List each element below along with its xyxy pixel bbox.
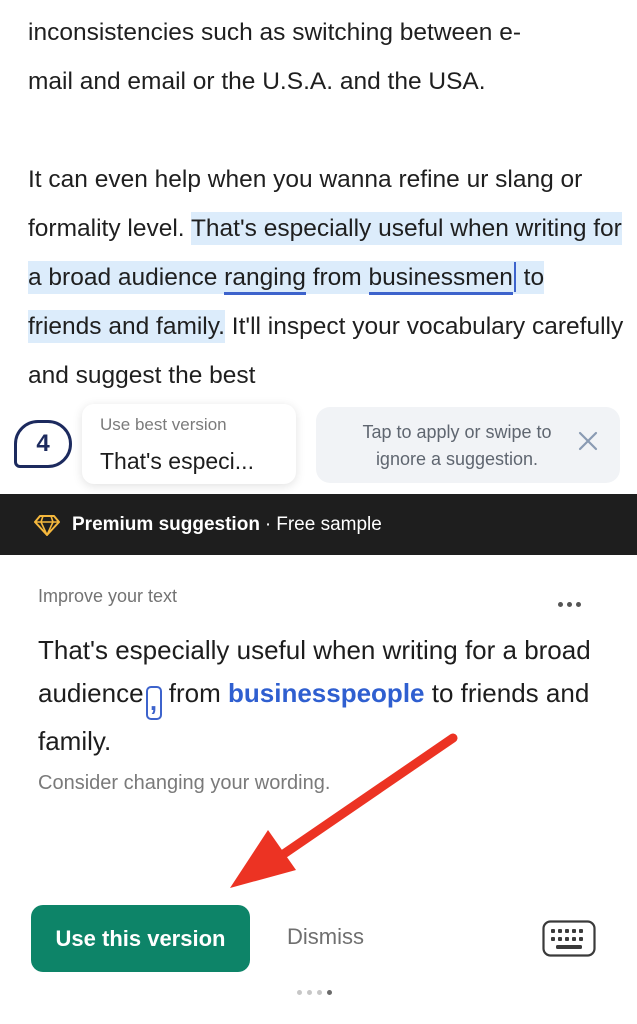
best-version-card[interactable]: Use best version That's especi... (82, 404, 296, 484)
best-version-preview: That's especi... (100, 448, 254, 474)
page-indicator (297, 982, 341, 995)
suggestion-count-badge[interactable]: 4 (14, 420, 72, 468)
doc-line: inconsistencies such as switching betwee… (28, 19, 521, 46)
usage-tip-text: Tap to apply or swipe to ignore a sugges… (362, 422, 552, 469)
suggestion-hint: Consider changing your wording. (38, 772, 331, 794)
premium-bar: Premium suggestion · Free sample (0, 494, 637, 555)
usage-tip: Tap to apply or swipe to ignore a sugges… (316, 407, 620, 483)
badge-count: 4 (36, 430, 50, 457)
text-cursor (513, 262, 516, 292)
replacement-word: businesspeople (228, 678, 425, 708)
doc-paragraph: It can even help when you wanna refine u… (28, 155, 624, 400)
suggested-text: That's especially useful when writing fo… (38, 635, 591, 756)
premium-separator: · (264, 513, 272, 535)
best-version-label: Use best version (100, 415, 227, 434)
dismiss-button[interactable]: Dismiss (287, 924, 364, 950)
inserted-comma: , (145, 686, 162, 720)
use-this-version-button[interactable]: Use this version (31, 905, 250, 972)
close-icon[interactable] (576, 429, 600, 453)
free-sample-label: Free sample (276, 513, 382, 535)
flagged-word-ranging[interactable]: ranging (224, 264, 306, 295)
document-text[interactable]: inconsistencies such as switching betwee… (28, 8, 624, 400)
premium-title: Premium suggestion (72, 513, 260, 535)
keyboard-icon[interactable] (542, 920, 596, 957)
flagged-word-businessmen[interactable]: businessmen (368, 264, 513, 295)
doc-line: mail and email or the U.S.A. and the USA… (28, 68, 486, 95)
diamond-icon (34, 514, 60, 536)
more-icon[interactable] (558, 594, 586, 607)
card-header: Improve your text (38, 586, 178, 606)
